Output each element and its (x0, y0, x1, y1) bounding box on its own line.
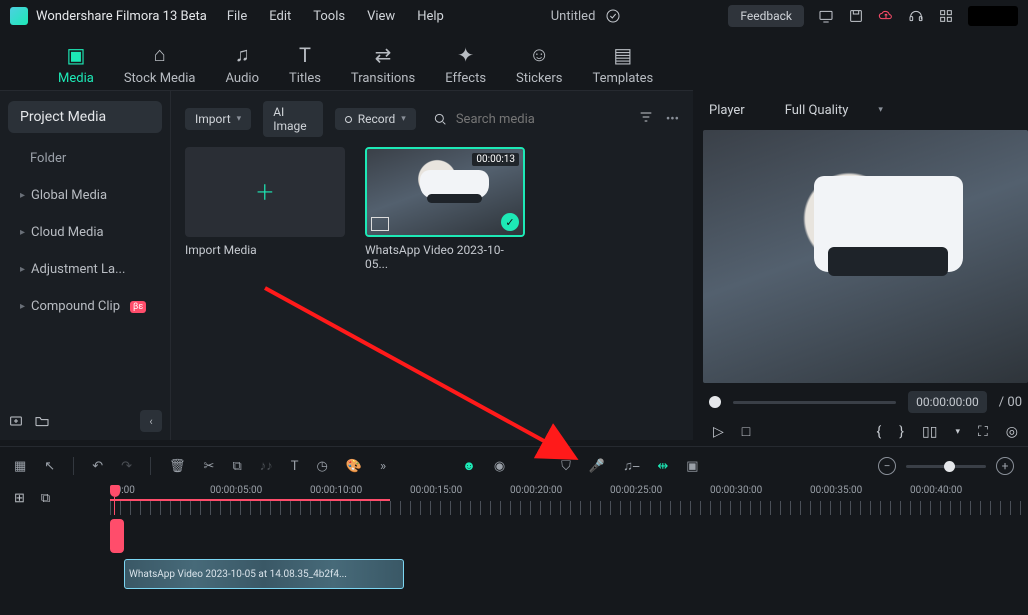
timeline-clip[interactable]: WhatsApp Video 2023-10-05 at 14.08.35_4b… (124, 559, 404, 589)
tab-transitions[interactable]: ⇄Transitions (351, 40, 415, 90)
more-tools-icon[interactable]: » (380, 459, 386, 474)
tab-media[interactable]: ▣Media (58, 40, 94, 90)
zoom-out-button[interactable]: − (878, 457, 896, 475)
undo-button[interactable]: ↶ (92, 459, 103, 474)
stop-button[interactable]: □ (742, 423, 750, 440)
account-area[interactable] (968, 6, 1018, 26)
record-dot-icon (345, 116, 352, 123)
layout-panels-icon[interactable]: ▦ (14, 459, 26, 474)
crop-button[interactable]: ⧉ (232, 459, 241, 474)
audio-mixer-icon[interactable]: ♫⎯ (623, 458, 639, 474)
used-check-icon: ✓ (501, 213, 519, 231)
clip-duration: 00:00:13 (472, 153, 519, 166)
sync-status-icon (605, 8, 621, 24)
mark-out-icon[interactable]: } (899, 424, 904, 440)
text-tool-icon[interactable]: T (291, 459, 299, 474)
monitor-icon[interactable] (818, 8, 834, 24)
tab-effects[interactable]: ✦Effects (445, 40, 486, 90)
progress-track[interactable] (733, 401, 896, 404)
document-title[interactable]: Untitled (551, 9, 596, 24)
media-clip-tile[interactable]: 00:00:13 ✓ (365, 147, 525, 237)
app-logo (10, 7, 28, 25)
marker-icon[interactable]: ⛉ (561, 459, 571, 474)
sidebar-item-folder[interactable]: Folder (18, 141, 162, 176)
audio-tool-icon[interactable]: ♪♪ (260, 458, 273, 474)
fit-icon[interactable]: ▣ (686, 459, 698, 474)
record-dropdown[interactable]: Record▾ (335, 108, 416, 130)
menu-edit[interactable]: Edit (269, 9, 291, 24)
split-button[interactable]: ✂ (204, 459, 215, 474)
filter-icon[interactable] (638, 109, 654, 129)
save-icon[interactable] (848, 8, 864, 24)
sidebar-item-adjustment-layer[interactable]: ▸Adjustment La... (8, 252, 162, 287)
menu-file[interactable]: File (227, 9, 247, 24)
redo-button[interactable]: ↷ (121, 459, 132, 474)
pointer-tool-icon[interactable]: ↖ (44, 459, 55, 474)
play-button[interactable]: ▷ (713, 424, 724, 440)
import-media-caption: Import Media (185, 243, 345, 257)
search-icon (432, 111, 448, 127)
zoom-in-button[interactable]: + (996, 457, 1014, 475)
player-label: Player (709, 103, 745, 118)
layout-icon[interactable]: ▯▯ (922, 424, 937, 440)
magnetic-timeline-icon[interactable]: ⇹ (657, 459, 668, 474)
menu-view[interactable]: View (367, 9, 395, 24)
new-folder-icon[interactable] (34, 413, 50, 429)
film-icon (371, 217, 389, 231)
apps-grid-icon[interactable] (938, 8, 954, 24)
track-handle[interactable] (110, 519, 124, 553)
search-input[interactable] (456, 112, 622, 127)
preview-region (110, 499, 390, 501)
quality-dropdown[interactable]: Full Quality▾ (785, 103, 883, 118)
headset-icon[interactable] (908, 8, 924, 24)
timecode-current: 00:00:00:00 (908, 391, 987, 413)
sidebar-item-global-media[interactable]: ▸Global Media (8, 178, 162, 213)
time-ruler[interactable]: 00:0000:00:05:0000:00:10:0000:00:15:0000… (110, 485, 1028, 519)
ai-assistant-icon[interactable]: ☻ (462, 458, 476, 474)
plus-icon: + (257, 175, 274, 210)
add-track-icon[interactable]: ⊞ (14, 491, 25, 506)
preview-viewport[interactable] (703, 130, 1028, 383)
more-icon[interactable]: ••• (666, 112, 679, 127)
zoom-slider[interactable] (906, 465, 986, 468)
tab-stock-media[interactable]: ⌂Stock Media (124, 40, 196, 90)
tab-templates[interactable]: ▤Templates (592, 40, 653, 90)
mark-in-icon[interactable]: { (877, 424, 882, 440)
render-preview-icon[interactable]: ◉ (494, 459, 505, 474)
sidebar-item-project-media[interactable]: Project Media (8, 101, 162, 133)
delete-button[interactable]: 🗑 (169, 459, 186, 474)
app-title: Wondershare Filmora 13 Beta (36, 9, 207, 24)
import-dropdown[interactable]: Import▾ (185, 108, 251, 130)
sidebar-item-compound-clip[interactable]: ▸Compound Clipβε (8, 289, 162, 324)
feedback-button[interactable]: Feedback (728, 5, 804, 27)
new-bin-icon[interactable] (8, 413, 24, 429)
menu-tools[interactable]: Tools (313, 9, 345, 24)
playhead-scrubber[interactable] (709, 396, 721, 408)
fullscreen-icon[interactable]: ⛶ (978, 424, 988, 440)
speed-tool-icon[interactable]: ◷ (317, 459, 328, 474)
menu-help[interactable]: Help (417, 9, 444, 24)
link-tracks-icon[interactable]: ⧉ (41, 491, 50, 506)
import-media-tile[interactable]: + (185, 147, 345, 237)
snapshot-icon[interactable]: ◎ (1006, 424, 1018, 440)
color-tool-icon[interactable]: 🎨 (346, 459, 362, 474)
tab-stickers[interactable]: ☺Stickers (516, 40, 562, 90)
sidebar-item-cloud-media[interactable]: ▸Cloud Media (8, 215, 162, 250)
cloud-upload-icon[interactable] (878, 8, 894, 24)
timecode-total: / 00 (999, 395, 1022, 410)
tab-titles[interactable]: TTitles (289, 40, 321, 90)
ai-image-button[interactable]: AI Image (263, 101, 323, 137)
voiceover-icon[interactable]: 🎤 (589, 459, 605, 474)
playhead[interactable] (110, 485, 120, 515)
collapse-sidebar-button[interactable]: ‹ (140, 410, 162, 432)
media-clip-caption: WhatsApp Video 2023-10-05... (365, 243, 525, 271)
tab-audio[interactable]: ♫Audio (226, 40, 259, 90)
